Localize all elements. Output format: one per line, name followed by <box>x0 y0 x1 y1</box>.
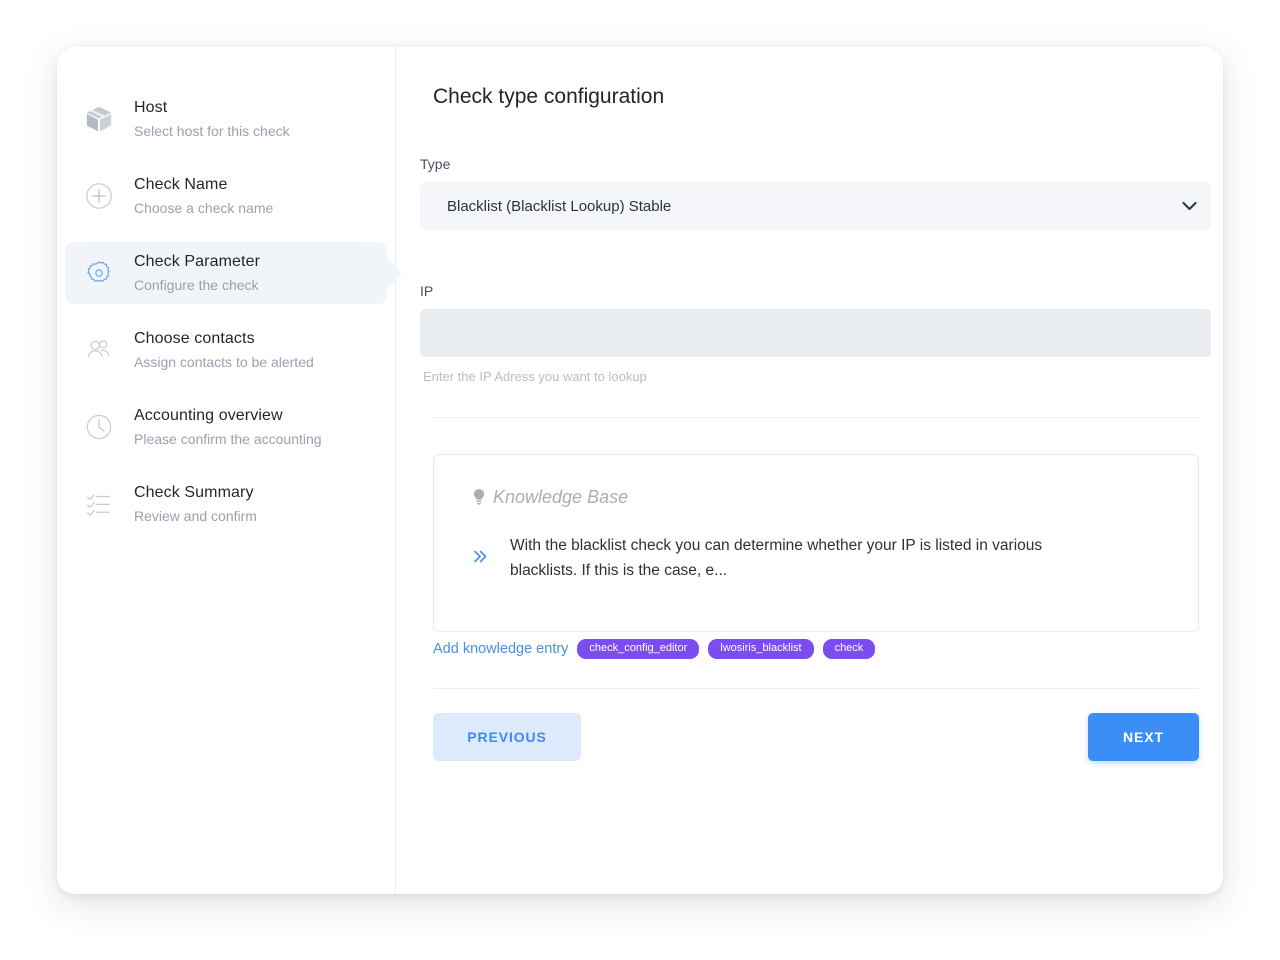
knowledge-base-heading: Knowledge Base <box>472 486 1168 508</box>
sidebar-item-check-summary[interactable]: Check Summary Review and confirm <box>65 473 387 535</box>
sidebar-item-subtitle: Please confirm the accounting <box>134 431 322 447</box>
sidebar-item-subtitle: Choose a check name <box>134 200 274 216</box>
type-field-group: Type Blacklist (Blacklist Lookup) Stable <box>420 155 1211 230</box>
knowledge-base-title: Knowledge Base <box>493 487 629 507</box>
sidebar-item-title: Check Name <box>134 176 228 193</box>
wizard-window: Host Select host for this check Check Na… <box>57 47 1223 894</box>
type-select-wrap: Blacklist (Blacklist Lookup) Stable <box>420 182 1211 230</box>
sidebar-item-choose-contacts[interactable]: Choose contacts Assign contacts to be al… <box>65 319 387 381</box>
sidebar-item-text: Accounting overview Please confirm the a… <box>134 405 322 449</box>
sidebar-item-subtitle: Select host for this check <box>134 123 290 139</box>
sidebar-item-text: Check Summary Review and confirm <box>134 482 257 526</box>
wizard-sidebar: Host Select host for this check Check Na… <box>57 47 396 894</box>
ip-input[interactable] <box>420 309 1211 357</box>
package-icon <box>77 97 121 141</box>
section-divider-top <box>433 417 1199 418</box>
sidebar-item-accounting-overview[interactable]: Accounting overview Please confirm the a… <box>65 396 387 458</box>
sidebar-item-title: Accounting overview <box>134 407 283 424</box>
sidebar-item-subtitle: Review and confirm <box>134 508 257 524</box>
type-field-label: Type <box>420 156 451 172</box>
main-panel: Check type configuration Type Blacklist … <box>396 47 1223 894</box>
lightbulb-icon <box>472 488 486 506</box>
sidebar-item-text: Check Name Choose a check name <box>134 174 273 218</box>
knowledge-base-entry[interactable]: With the blacklist check you can determi… <box>472 533 1168 583</box>
clock-icon <box>77 405 121 449</box>
previous-button[interactable]: PREVIOUS <box>433 713 581 761</box>
sidebar-item-text: Choose contacts Assign contacts to be al… <box>134 328 314 372</box>
double-chevron-right-icon <box>472 548 489 569</box>
sidebar-item-subtitle: Assign contacts to be alerted <box>134 354 314 370</box>
sidebar-item-title: Check Parameter <box>134 253 260 270</box>
sidebar-item-text: Check Parameter Configure the check <box>134 251 260 295</box>
page-title: Check type configuration <box>433 85 665 108</box>
tag-chip[interactable]: check_config_editor <box>577 639 700 659</box>
tag-chip[interactable]: lwosiris_blacklist <box>708 639 814 659</box>
sidebar-item-host[interactable]: Host Select host for this check <box>65 88 387 150</box>
sidebar-item-text: Host Select host for this check <box>134 97 290 141</box>
sidebar-item-check-name[interactable]: Check Name Choose a check name <box>65 165 387 227</box>
sidebar-item-subtitle: Configure the check <box>134 277 259 293</box>
tag-chip[interactable]: check <box>822 639 876 659</box>
sidebar-item-check-parameter[interactable]: Check Parameter Configure the check <box>65 242 387 304</box>
knowledge-base-card: Knowledge Base With the blacklist check … <box>433 454 1199 632</box>
type-select[interactable]: Blacklist (Blacklist Lookup) Stable <box>420 182 1211 230</box>
ip-field-label: IP <box>420 283 434 299</box>
knowledge-base-section: Knowledge Base With the blacklist check … <box>433 454 1223 659</box>
checklist-icon <box>77 482 121 526</box>
plus-circle-icon <box>77 174 121 218</box>
knowledge-base-entry-text: With the blacklist check you can determi… <box>510 537 1043 579</box>
ip-field-group: IP Enter the IP Adress you want to looku… <box>420 282 1211 385</box>
app-root: Host Select host for this check Check Na… <box>0 0 1280 960</box>
users-icon <box>77 328 121 372</box>
section-divider-bottom <box>433 688 1199 689</box>
ip-field-helper: Enter the IP Adress you want to lookup <box>423 369 647 384</box>
next-button[interactable]: NEXT <box>1088 713 1199 761</box>
knowledge-base-tags-row: Add knowledge entry check_config_editor … <box>433 639 1223 659</box>
sidebar-item-title: Host <box>134 99 168 116</box>
gear-icon <box>77 251 121 295</box>
sidebar-item-title: Check Summary <box>134 484 254 501</box>
sidebar-item-title: Choose contacts <box>134 330 255 347</box>
wizard-footer: PREVIOUS NEXT <box>433 713 1199 761</box>
add-knowledge-entry-link[interactable]: Add knowledge entry <box>433 640 568 659</box>
